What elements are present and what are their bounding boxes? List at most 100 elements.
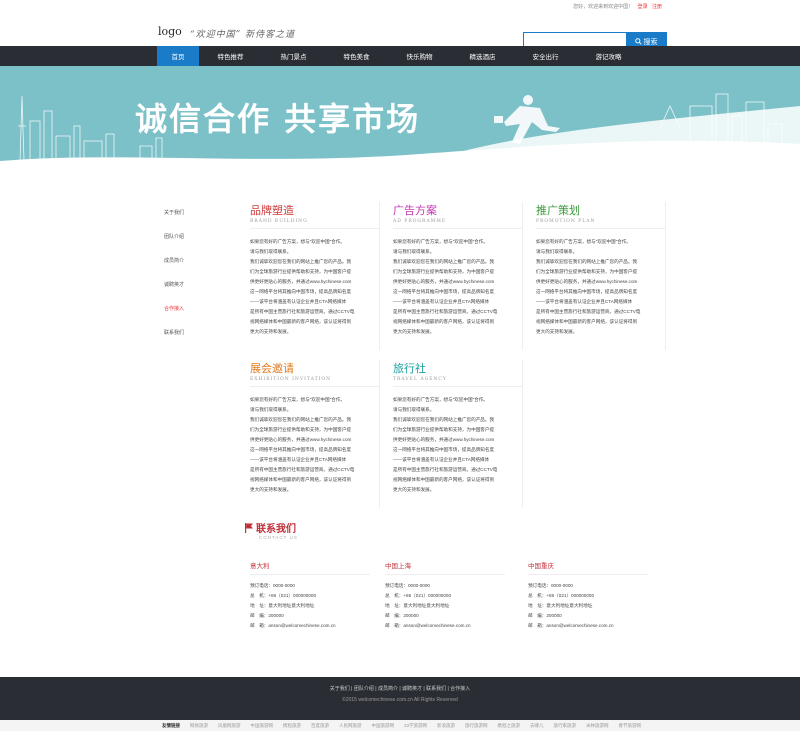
friend-link-4[interactable]: 百度旅游 [311,723,329,729]
card-line: 视网络媒体和中国最新的客户网络，该认证将得到 [393,477,495,482]
service-card-3: 展会邀请 EXHIBITION INVITATION 如果您有好的广告方案，想与“欢… [250,360,380,508]
login-link[interactable]: 登录 [638,4,648,10]
card-line: 我们诚挚欢迎您在我们的网站上推广您的产品。我 [250,417,352,422]
card-line: 供更好更贴心的服务，并通过www.hychinese.com [536,279,638,284]
card-line: 更大的支持和发展。 [393,329,435,334]
side-menu-item-5[interactable]: 联系我们 [160,320,215,344]
side-menu-item-0[interactable]: 关于我们 [160,200,215,224]
nav-item-5[interactable]: 精选酒店 [451,46,514,66]
search-icon [634,38,642,45]
card-line: 如果您有好的广告方案，想与“欢迎中国”合作。 [250,397,345,402]
card-line: 如果您有好的广告方案，想与“欢迎中国”合作。 [393,239,488,244]
nav-item-2[interactable]: 热门景点 [262,46,325,66]
card-line: 是所有中国主营旅行社和旅游运营商。通过CCTV电 [393,467,498,472]
office-row: 邮 箱：anson@welcomechinese.com.cn [385,623,471,628]
contact-heading: 联系我们 CONTACT US [245,520,298,540]
office-row: 地 址：意大利地址意大利地址 [250,603,315,608]
nav-item-1[interactable]: 特色推荐 [199,46,262,66]
office-row: 总 机：+86（021）000000000 [250,593,317,598]
friend-link-9[interactable]: 旅行旅游网 [465,723,488,729]
friend-link-3[interactable]: 携程旅游 [283,723,301,729]
nav-item-4[interactable]: 快乐购物 [388,46,451,66]
card-line: ——该平台将涵盖有认证企业并且CTA网络媒体 [250,299,347,304]
flag-icon [245,522,253,533]
friend-link-0[interactable]: 网易旅游 [190,723,208,729]
card-subtitle: BRAND BUILDING [250,219,379,229]
card-line: 供更好更贴心的服务，并通过www.hychinese.com [250,437,352,442]
card-line: 是所有中国主营旅行社和旅游运营商。通过CCTV电 [536,309,641,314]
nav-item-0[interactable]: 首页 [157,46,199,66]
friend-link-14[interactable]: 春节旅游网 [619,723,642,729]
card-line: 是所有中国主营旅行社和旅游运营商。通过CCTV电 [250,467,355,472]
card-body: 如果您有好的广告方案，想与“欢迎中国”合作。 请与我们取得联系。 我们诚挚欢迎您在我… [250,395,379,495]
friend-link-13[interactable]: 米林旅游网 [586,723,609,729]
office-row: 邮 编：200000 [250,613,284,618]
side-menu-item-2[interactable]: 成员简介 [160,248,215,272]
nav-item-3[interactable]: 特色美食 [325,46,388,66]
side-menu: 关于我们 团队介绍 成员简介 诚聘英才 合作接入 联系我们 [160,200,215,344]
card-title[interactable]: 推广策划 [536,202,665,218]
friend-link-1[interactable]: 凤凰网旅游 [218,723,241,729]
card-title[interactable]: 广告方案 [393,202,522,218]
card-line: 这一网络平台将其推向中国市场，提高品牌知名度 [393,289,495,294]
footer-copyright: ©2015 welcomechinese.com.cn All Rights R… [342,697,458,703]
card-subtitle: PROMOTION PLAN [536,219,665,229]
friend-link-11[interactable]: 去哪儿 [530,723,544,729]
office-row: 邮 编：200000 [385,613,419,618]
card-title[interactable]: 旅行社 [393,360,522,376]
greeting-text: 您好，欢迎来到欢迎中国！ [573,4,634,10]
card-line: 视网络媒体和中国最新的客户网络，该认证将得到 [393,319,495,324]
card-line: 们为全球旅游行业提供帮助和支持，为中国客户提 [250,427,352,432]
friend-link-12[interactable]: 旅行家旅游 [554,723,577,729]
card-subtitle: EXHIBITION INVITATION [250,377,379,387]
card-line: 这一网络平台将其推向中国市场，提高品牌知名度 [250,289,352,294]
card-line: 是所有中国主营旅行社和旅游运营商。通过CCTV电 [250,309,355,314]
card-line: 这一网络平台将其推向中国市场，提高品牌知名度 [250,447,352,452]
office-2: 中国重庆 预订电话：0000-0000 总 机：+86（021）000000000 地… [528,560,648,631]
friend-link-10[interactable]: 携程之旅游 [498,723,521,729]
card-line: 供更好更贴心的服务，并通过www.hychinese.com [393,279,495,284]
register-link[interactable]: 注册 [652,4,662,10]
side-menu-item-3[interactable]: 诚聘英才 [160,272,215,296]
card-body: 如果您有好的广告方案，想与“欢迎中国”合作。 请与我们取得联系。 我们诚挚欢迎您在我… [250,237,379,337]
footer: 关于我们 | 团队介绍 | 成员简介 | 诚聘英才 | 联系我们 | 合作接入 … [0,677,800,731]
office-city: 中国上海 [385,560,505,575]
service-card-0: 品牌塑造 BRAND BUILDING 如果您有好的广告方案，想与“欢迎中国”合作。… [250,202,380,350]
nav-item-7[interactable]: 游记攻略 [577,46,640,66]
service-card-2: 推广策划 PROMOTION PLAN 如果您有好的广告方案，想与“欢迎中国”合作。… [536,202,666,350]
card-line: ——该平台将涵盖有认证企业并且CTA网络媒体 [393,299,490,304]
friend-link-6[interactable]: 中国旅游网 [372,723,395,729]
card-line: 视网络媒体和中国最新的客户网络，该认证将得到 [250,319,352,324]
card-line: 们为全球旅游行业提供帮助和支持，为中国客户提 [250,269,352,274]
card-line: 请与我们取得联系。 [393,407,435,412]
card-title[interactable]: 品牌塑造 [250,202,379,218]
friend-link-8[interactable]: 新浪旅游 [437,723,455,729]
card-line: 们为全球旅游行业提供帮助和支持，为中国客户提 [536,269,638,274]
office-city: 意大利 [250,560,370,575]
nav-item-6[interactable]: 安全出行 [514,46,577,66]
card-line: 视网络媒体和中国最新的客户网络，该认证将得到 [536,319,638,324]
friend-link-7[interactable]: 33学旅游网 [404,723,427,729]
contact-subtitle: CONTACT US [259,535,298,540]
card-line: 更大的支持和发展。 [250,329,292,334]
card-body: 如果您有好的广告方案，想与“欢迎中国”合作。 请与我们取得联系。 我们诚挚欢迎您在我… [393,237,522,337]
main-nav: 首页 特色推荐 热门景点 特色美食 快乐购物 精选酒店 安全出行 游记攻略 [0,46,800,66]
friend-link-2[interactable]: 中国旅游网 [251,723,274,729]
card-line: 如果您有好的广告方案，想与“欢迎中国”合作。 [393,397,488,402]
service-card-4: 旅行社 TRAVEL AGENCY 如果您有好的广告方案，想与“欢迎中国”合作。 请与… [393,360,523,508]
friend-link-5[interactable]: 人民网旅游 [339,723,362,729]
office-row: 总 机：+86（021）000000000 [385,593,452,598]
footer-links[interactable]: 关于我们 | 团队介绍 | 成员简介 | 诚聘英才 | 联系我们 | 合作接入 [0,685,800,692]
banner: 诚信合作 共享市场 [0,66,800,178]
logo[interactable]: logo [158,25,182,38]
slogan: “欢迎中国” 新侍客之道 [190,30,296,40]
office-row: 地 址：意大利地址意大利地址 [385,603,450,608]
card-title[interactable]: 展会邀请 [250,360,379,376]
card-body: 如果您有好的广告方案，想与“欢迎中国”合作。 请与我们取得联系。 我们诚挚欢迎您在我… [393,395,522,495]
card-line: 供更好更贴心的服务，并通过www.hychinese.com [250,279,352,284]
card-line: ——该平台将涵盖有认证企业并且CTA网络媒体 [393,457,490,462]
side-menu-item-4[interactable]: 合作接入 [160,296,215,320]
side-menu-item-1[interactable]: 团队介绍 [160,224,215,248]
card-line: 如果您有好的广告方案，想与“欢迎中国”合作。 [250,239,345,244]
service-card-1: 广告方案 AD PROGRAMME 如果您有好的广告方案，想与“欢迎中国”合作。 请与… [393,202,523,350]
